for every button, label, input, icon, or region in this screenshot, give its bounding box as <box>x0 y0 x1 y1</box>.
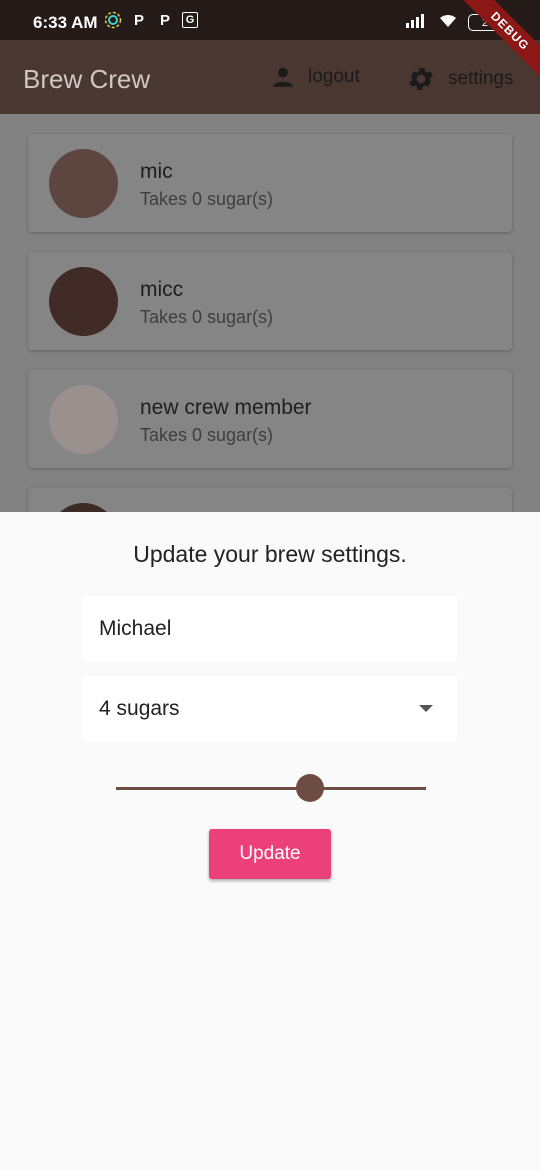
brew-card[interactable] <box>28 488 512 512</box>
brew-name: mic <box>140 160 173 183</box>
app-title: Brew Crew <box>23 64 151 94</box>
avatar <box>49 503 118 512</box>
avatar <box>49 267 118 336</box>
settings-button[interactable]: settings <box>406 64 513 94</box>
brew-sugars: Takes 0 sugar(s) <box>140 425 274 445</box>
p-icon: P <box>159 11 170 29</box>
signal-icon <box>406 12 428 33</box>
brew-sugars: Takes 0 sugar(s) <box>140 307 274 327</box>
brew-card[interactable]: micc Takes 0 sugar(s) <box>28 252 512 350</box>
avatar <box>49 385 118 454</box>
person-icon <box>270 64 296 90</box>
app-bar: Brew Crew logout settings <box>0 40 540 114</box>
gear-icon <box>406 64 436 94</box>
avatar <box>49 149 118 218</box>
update-button[interactable]: Update <box>209 829 331 879</box>
status-bar: 6:33 AM P P G 29 <box>0 0 540 40</box>
brew-list: mic Takes 0 sugar(s) micc Takes 0 sugar(… <box>0 114 540 512</box>
sugars-value: 4 sugars <box>99 697 180 720</box>
logout-label: logout <box>308 66 360 87</box>
brew-sugars: Takes 0 sugar(s) <box>140 189 274 209</box>
sugars-dropdown[interactable]: 4 sugars <box>82 676 457 742</box>
wifi-icon <box>438 12 458 33</box>
brew-name: micc <box>140 278 184 301</box>
translate-icon: G <box>182 12 198 28</box>
sheet-title: Update your brew settings. <box>133 541 407 567</box>
brew-name: new crew member <box>140 396 312 419</box>
settings-label: settings <box>448 68 514 89</box>
settings-sheet: Update your brew settings. Michael 4 sug… <box>0 512 540 1170</box>
notification-icons: P P G <box>104 11 198 29</box>
status-time: 6:33 AM <box>33 13 98 32</box>
strength-slider[interactable] <box>116 774 426 802</box>
dropdown-arrow-icon <box>419 705 433 712</box>
settings-icon <box>104 11 122 29</box>
brew-card[interactable]: mic Takes 0 sugar(s) <box>28 134 512 232</box>
slider-thumb[interactable] <box>295 774 324 802</box>
logout-button[interactable]: logout <box>270 64 360 90</box>
brew-card[interactable]: new crew member Takes 0 sugar(s) <box>28 370 512 468</box>
p-icon: P <box>133 11 144 29</box>
name-field[interactable]: Michael <box>82 596 457 662</box>
